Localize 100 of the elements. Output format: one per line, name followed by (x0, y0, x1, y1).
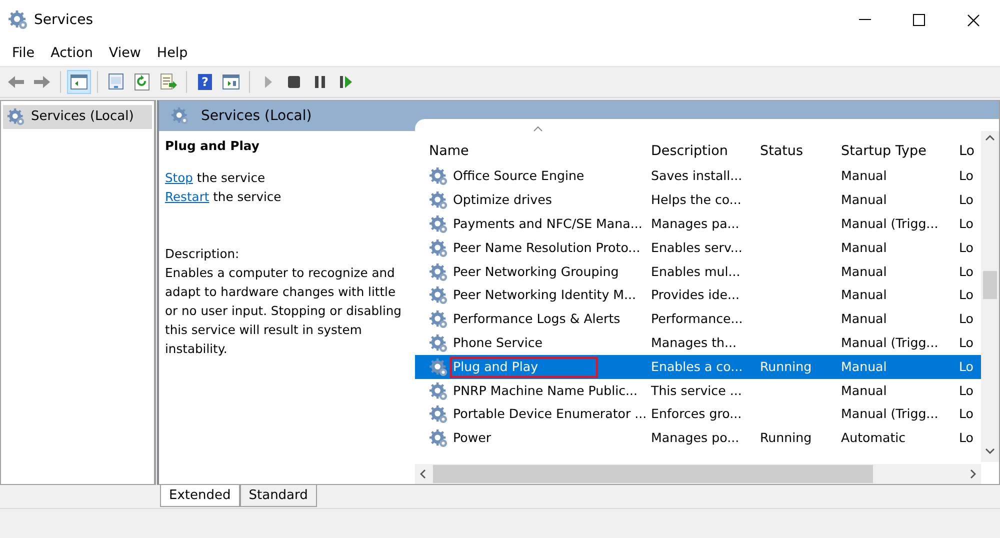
gear-icon (429, 214, 448, 234)
gear-icon (429, 262, 448, 282)
table-cell-text: Lo (959, 405, 974, 424)
gear-icon (7, 108, 25, 126)
column-header[interactable]: Name (429, 140, 651, 161)
table-row[interactable]: Portable Device Enumerator ... Enforces gro... Manual (Trigg... Lo (415, 402, 981, 427)
table-row[interactable]: Performance Logs & Alerts Performance... Manual Lo (415, 308, 981, 332)
panel-icon (221, 72, 241, 92)
table-cell-text: Lo (959, 167, 974, 186)
table-cell-text: Manual (841, 238, 888, 257)
column-header[interactable]: Status (760, 140, 841, 161)
export-icon (158, 72, 178, 92)
refresh-icon (132, 72, 152, 92)
table-cell-text: Enables mul... (651, 262, 742, 281)
table-cell-text: Manual (841, 286, 888, 304)
table-cell-text: Manual (Trigg... (841, 215, 940, 234)
table-row[interactable]: Power Manages po... Running Automatic Lo (415, 426, 981, 451)
table-row[interactable]: Peer Networking Identity M... Provides ide... Manual Lo (415, 284, 981, 308)
link[interactable]: Stop (165, 171, 193, 185)
gear-icon (429, 358, 448, 377)
table-cell-text: Running (760, 429, 813, 448)
panel-button[interactable] (67, 70, 91, 94)
window-icon (106, 72, 126, 92)
gear-icon (8, 10, 28, 30)
table-cell-text: Manual (841, 310, 888, 328)
table-cell-text: Lo (959, 191, 974, 210)
gear-icon (429, 310, 448, 330)
description-text: Enables a computer to recognize and adapt to hardware changes with little or no user input. Stopping or disabling this service will result in system instability. (165, 265, 402, 358)
scroll-right-icon[interactable] (969, 469, 977, 479)
table-cell-text: Performance Logs & Alerts (452, 310, 622, 328)
table-cell-text: Enforces gro... (651, 405, 743, 424)
table-row[interactable]: Peer Name Resolution Proto... Enables serv... Manual Lo (415, 236, 981, 260)
table-row[interactable]: Peer Networking Grouping Enables mul... Manual Lo (415, 260, 981, 284)
table-cell-text: Manual (841, 167, 888, 186)
scroll-left-icon[interactable] (419, 469, 427, 479)
table-cell-text: Office Source Engine (452, 167, 586, 186)
column-header[interactable]: Startup Type (841, 140, 959, 161)
table-cell-text: Lo (959, 334, 974, 352)
tree-item[interactable]: Services (Local) (3, 105, 152, 128)
minimize-icon[interactable] (859, 19, 871, 21)
gear-icon (429, 238, 448, 258)
table-row[interactable]: PNRP Machine Name Public... This service ... Manual Lo (415, 379, 981, 403)
column-header[interactable]: Description (651, 140, 760, 161)
table-cell-text: Manual (841, 358, 888, 376)
help-button[interactable]: ? (193, 70, 217, 94)
table-cell-text: Manual (Trigg... (841, 405, 940, 424)
action-text: Restart the service (165, 189, 282, 206)
table-cell: Plug and Play (451, 358, 597, 377)
table-row[interactable]: Payments and NFC/SE Mana... Manages pa... Manual (Trigg... Lo (415, 212, 981, 236)
table-cell-text: PNRP Machine Name Public... (452, 382, 639, 400)
table-cell-text: Running (760, 358, 813, 376)
view-tab[interactable]: Extended (160, 485, 240, 506)
table-cell-text: Performance... (651, 310, 744, 328)
table-cell-text: Lo (959, 215, 974, 234)
table-cell-text: Power (452, 429, 492, 448)
table-row[interactable]: Office Source Engine Saves install... Manual Lo (415, 165, 981, 189)
table-cell-text: Manual (841, 262, 888, 281)
gear-icon (429, 405, 448, 424)
table-cell-text: Lo (959, 262, 974, 281)
gear-icon (429, 429, 448, 448)
menu-item[interactable]: File (4, 42, 43, 64)
maximize-icon[interactable] (913, 14, 925, 26)
table-cell-text: Manual (841, 191, 888, 210)
table-cell-text: Portable Device Enumerator ... (452, 405, 648, 424)
table-cell-text: Manages th... (651, 334, 738, 352)
table-cell-text: Manual (841, 382, 888, 400)
table-row[interactable]: Phone Service Manages th... Manual (Trigg... Lo (415, 332, 981, 356)
gear-icon (171, 107, 189, 125)
close-icon[interactable] (966, 14, 980, 26)
gear-icon (429, 191, 448, 210)
link[interactable]: Restart (165, 190, 210, 204)
gear-icon (429, 334, 448, 353)
table-cell-text: Lo (959, 358, 974, 376)
table-cell-text: Peer Networking Identity M... (452, 286, 638, 304)
table-row[interactable]: Plug and Play Enables a co... Running Manual Lo (415, 355, 981, 380)
menu-item[interactable]: Help (148, 42, 196, 64)
table-cell-text: Manages pa... (651, 215, 740, 234)
menu-item[interactable]: Action (42, 42, 101, 64)
view-tab[interactable]: Standard (240, 485, 317, 506)
table-cell-text: Lo (959, 238, 974, 257)
service-title: Plug and Play (165, 138, 260, 155)
help-symbol: ? (198, 74, 212, 90)
table-cell-text: Saves install... (651, 167, 744, 186)
table-cell-text: Payments and NFC/SE Mana... (452, 215, 644, 234)
table-cell-text: Optimize drives (452, 191, 553, 210)
table-cell-text: Lo (959, 286, 974, 304)
menu-item[interactable]: View (100, 42, 149, 64)
table-cell-text: This service ... (651, 382, 743, 400)
column-header[interactable]: Lo (959, 140, 981, 161)
table-cell-text: Peer Networking Grouping (452, 262, 620, 281)
scroll-thumb[interactable] (983, 271, 997, 299)
table-cell-text: Phone Service (452, 334, 544, 352)
table-cell-text: Lo (959, 429, 974, 448)
description-label: Description: (165, 246, 240, 263)
table-row[interactable]: Optimize drives Helps the co... Manual Lo (415, 188, 981, 213)
scroll-thumb[interactable] (433, 465, 873, 483)
gear-icon (429, 382, 448, 401)
table-cell-text: Manual (Trigg... (841, 334, 940, 352)
table-cell-text: Helps the co... (651, 191, 742, 210)
table-cell-text: Enables serv... (651, 238, 744, 257)
